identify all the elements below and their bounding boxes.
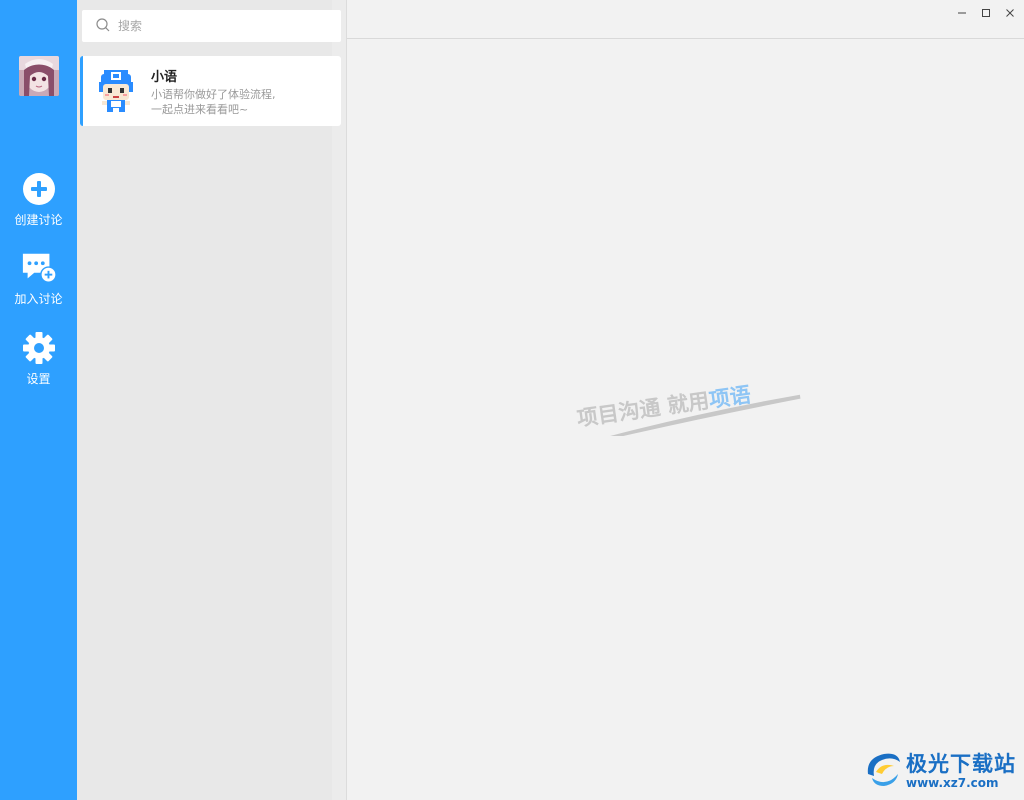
conversation-preview: 小语帮你做好了体验流程, 一起点进来看看吧~ bbox=[151, 87, 331, 117]
title-bar[interactable] bbox=[347, 0, 1024, 39]
settings-label: 设置 bbox=[26, 372, 51, 386]
search-input[interactable] bbox=[118, 19, 318, 33]
watermark-url: www.xz7.com bbox=[906, 776, 999, 790]
close-icon bbox=[1006, 9, 1014, 17]
join-discussion-button[interactable]: 加入讨论 bbox=[0, 251, 77, 311]
gear-icon bbox=[21, 331, 57, 365]
close-button[interactable] bbox=[998, 5, 1022, 21]
conversation-title: 小语 bbox=[151, 70, 178, 85]
chat-add-icon bbox=[21, 251, 57, 285]
conversation-item[interactable]: 小语 小语帮你做好了体验流程, 一起点进来看看吧~ bbox=[80, 56, 341, 126]
robot-avatar-icon bbox=[97, 68, 135, 114]
empty-state-slogan: 项目沟通 就用项语 bbox=[575, 366, 805, 446]
minimize-button[interactable] bbox=[950, 5, 974, 21]
minimize-icon bbox=[958, 12, 966, 14]
plus-circle-icon bbox=[21, 172, 57, 206]
site-watermark: 极光下载站 www.xz7.com bbox=[862, 748, 1022, 796]
main-content: 项目沟通 就用项语 bbox=[346, 0, 1024, 800]
maximize-icon bbox=[982, 9, 990, 17]
search-box[interactable] bbox=[82, 10, 341, 42]
create-discussion-button[interactable]: 创建讨论 bbox=[0, 172, 77, 232]
maximize-button[interactable] bbox=[974, 5, 998, 21]
left-nav: 创建讨论 加入讨论 设置 bbox=[0, 0, 77, 800]
settings-button[interactable]: 设置 bbox=[0, 331, 77, 391]
join-discussion-label: 加入讨论 bbox=[14, 292, 63, 306]
conversation-preview-line1: 小语帮你做好了体验流程, bbox=[151, 88, 276, 101]
conversation-preview-line2: 一起点进来看看吧~ bbox=[151, 103, 249, 116]
user-avatar[interactable] bbox=[19, 56, 59, 96]
create-discussion-label: 创建讨论 bbox=[14, 213, 63, 227]
search-icon bbox=[96, 17, 110, 36]
watermark-logo-icon bbox=[867, 753, 900, 786]
watermark-name: 极光下载站 bbox=[906, 752, 1016, 776]
slogan-text-part1: 项目沟通 就用 bbox=[575, 389, 710, 431]
app-window: 创建讨论 加入讨论 设置 搜索 小语 小语帮你做好了体验流程, 一起点进来看看吧… bbox=[0, 0, 1024, 800]
conversation-list-panel: 小语 小语帮你做好了体验流程, 一起点进来看看吧~ bbox=[77, 0, 346, 800]
